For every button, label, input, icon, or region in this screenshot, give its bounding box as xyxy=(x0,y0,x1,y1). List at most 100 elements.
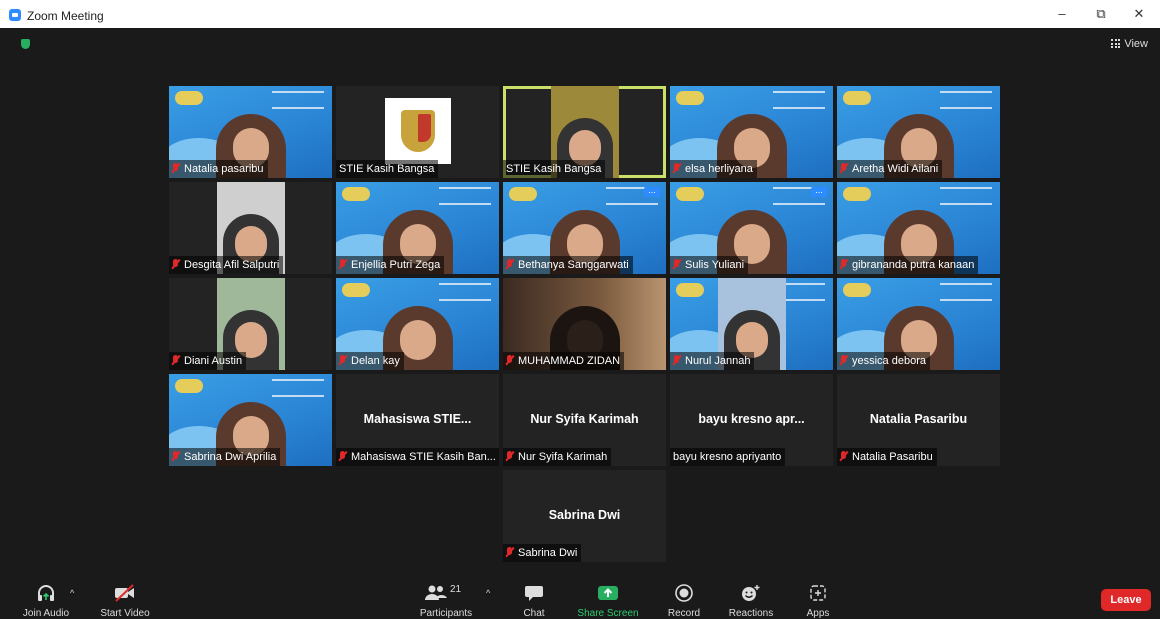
participant-tile[interactable]: Nur Syifa Karimah Nur Syifa Karimah xyxy=(503,374,666,466)
muted-mic-icon xyxy=(339,355,346,365)
participant-tile[interactable]: Natalia pasaribu xyxy=(169,86,332,178)
participant-name: elsa herliyana xyxy=(685,163,753,175)
participant-name: STIE Kasih Bangsa xyxy=(339,163,435,175)
background-banner-text xyxy=(439,283,491,301)
participant-name: Bethanya Sanggarwati xyxy=(518,259,629,271)
campus-logo xyxy=(843,91,871,105)
campus-logo xyxy=(509,187,537,201)
participants-count: 21 xyxy=(450,584,462,595)
participant-tile[interactable]: Delan kay xyxy=(336,278,499,370)
participant-tile[interactable]: ... Bethanya Sanggarwati xyxy=(503,182,666,274)
more-options-icon[interactable]: ... xyxy=(811,186,827,197)
reactions-button[interactable]: Reactions xyxy=(726,584,776,619)
participants-icon: 21 xyxy=(424,584,468,602)
institution-crest-image xyxy=(384,98,451,164)
join-audio-button[interactable]: Join Audio xyxy=(18,584,74,619)
apps-button[interactable]: Apps xyxy=(800,584,836,619)
participants-caret-icon[interactable]: ^ xyxy=(486,588,490,598)
background-banner-text xyxy=(773,91,825,109)
participant-tile[interactable]: Sabrina Dwi Aprilia xyxy=(169,374,332,466)
participant-tile[interactable]: elsa herliyana xyxy=(670,86,833,178)
participant-display-name: Mahasiswa STIE... xyxy=(363,412,472,426)
muted-mic-icon xyxy=(506,547,513,557)
apps-icon xyxy=(800,584,836,602)
muted-mic-icon xyxy=(506,355,513,365)
record-button[interactable]: Record xyxy=(664,584,704,619)
participant-name: Mahasiswa STIE Kasih Ban... xyxy=(351,451,496,463)
participant-name-label: Nurul Jannah xyxy=(670,352,755,370)
restore-button[interactable]: ⧉ xyxy=(1086,4,1116,24)
participant-tile[interactable]: Desgita Afil Salputri xyxy=(169,182,332,274)
participant-name: Natalia Pasaribu xyxy=(852,451,933,463)
background-banner-text xyxy=(940,187,992,205)
chat-bubble-icon xyxy=(514,584,554,602)
participant-tile[interactable]: Enjellia Putri Zega xyxy=(336,182,499,274)
security-shield-icon[interactable] xyxy=(21,39,30,49)
reactions-label: Reactions xyxy=(728,608,774,619)
background-banner-text xyxy=(272,91,324,109)
more-options-icon[interactable]: ... xyxy=(644,186,660,197)
minimize-button[interactable]: – xyxy=(1047,4,1077,24)
muted-mic-icon xyxy=(339,451,346,461)
participant-tile[interactable]: bayu kresno apr... bayu kresno apriyanto xyxy=(670,374,833,466)
participant-name: Sabrina Dwi xyxy=(518,547,578,559)
participant-display-name: Nur Syifa Karimah xyxy=(530,412,639,426)
chat-button[interactable]: Chat xyxy=(514,584,554,619)
participant-tile[interactable]: ... Sulis Yuliani xyxy=(670,182,833,274)
participant-name-label: MUHAMMAD ZIDAN xyxy=(503,352,625,370)
share-screen-label: Share Screen xyxy=(577,608,639,619)
participant-face xyxy=(399,320,436,360)
participant-name-label: Aretha Widi Ailani xyxy=(837,160,943,178)
participant-name: Sabrina Dwi Aprilia xyxy=(184,451,277,463)
zoom-app-icon xyxy=(9,9,21,21)
participant-name-label: Sabrina Dwi Aprilia xyxy=(169,448,281,466)
participants-label: Participants xyxy=(419,608,473,619)
leave-button[interactable]: Leave xyxy=(1101,589,1151,611)
participant-tile[interactable]: Sabrina Dwi Sabrina Dwi xyxy=(503,470,666,562)
participant-name: Diani Austin xyxy=(184,355,243,367)
grid-icon xyxy=(1111,39,1121,48)
view-button[interactable]: View xyxy=(1111,38,1148,50)
muted-mic-icon xyxy=(840,355,847,365)
participant-tile[interactable]: MUHAMMAD ZIDAN xyxy=(503,278,666,370)
muted-mic-icon xyxy=(840,451,847,461)
participant-name-label: Sulis Yuliani xyxy=(670,256,749,274)
participant-name-label: gibrananda putra kanaan xyxy=(837,256,979,274)
participant-tile[interactable]: Mahasiswa STIE... Mahasiswa STIE Kasih Ba… xyxy=(336,374,499,466)
participant-tile[interactable]: Nurul Jannah xyxy=(670,278,833,370)
participant-tile[interactable]: Natalia Pasaribu Natalia Pasaribu xyxy=(837,374,1000,466)
participant-tile[interactable]: STIE Kasih Bangsa xyxy=(503,86,666,178)
audio-options-caret-icon[interactable]: ^ xyxy=(70,588,74,598)
join-audio-label: Join Audio xyxy=(22,608,70,619)
campus-logo xyxy=(843,283,871,297)
participant-name: MUHAMMAD ZIDAN xyxy=(518,355,621,367)
meeting-toolbar: Join Audio ^ Start Video 21 Participants… xyxy=(0,580,1160,619)
participants-button[interactable]: 21 Participants xyxy=(415,584,477,619)
participant-name-label: elsa herliyana xyxy=(670,160,757,178)
close-button[interactable]: ✕ xyxy=(1124,4,1154,24)
campus-logo xyxy=(843,187,871,201)
share-screen-button[interactable]: Share Screen xyxy=(574,584,642,619)
record-icon xyxy=(664,584,704,602)
muted-mic-icon xyxy=(172,355,179,365)
campus-logo xyxy=(342,283,370,297)
participant-name-label: Natalia pasaribu xyxy=(169,160,268,178)
participant-name-label: Diani Austin xyxy=(169,352,247,370)
start-video-button[interactable]: Start Video xyxy=(95,584,155,619)
participant-name: Aretha Widi Ailani xyxy=(852,163,939,175)
participant-tile[interactable]: STIE Kasih Bangsa xyxy=(336,86,499,178)
participant-name-label: Natalia Pasaribu xyxy=(837,448,937,466)
participant-name-label: STIE Kasih Bangsa xyxy=(503,160,606,178)
muted-mic-icon xyxy=(673,259,680,269)
campus-logo xyxy=(676,187,704,201)
participant-name-label: Desgita Afil Salputri xyxy=(169,256,284,274)
participant-name: Nurul Jannah xyxy=(685,355,751,367)
participant-tile[interactable]: Aretha Widi Ailani xyxy=(837,86,1000,178)
participant-tile[interactable]: yessica debora xyxy=(837,278,1000,370)
participant-name: yessica debora xyxy=(852,355,926,367)
participant-tile[interactable]: gibrananda putra kanaan xyxy=(837,182,1000,274)
apps-label: Apps xyxy=(806,608,830,619)
chat-label: Chat xyxy=(523,608,545,619)
background-banner-text xyxy=(439,187,491,205)
participant-tile[interactable]: Diani Austin xyxy=(169,278,332,370)
